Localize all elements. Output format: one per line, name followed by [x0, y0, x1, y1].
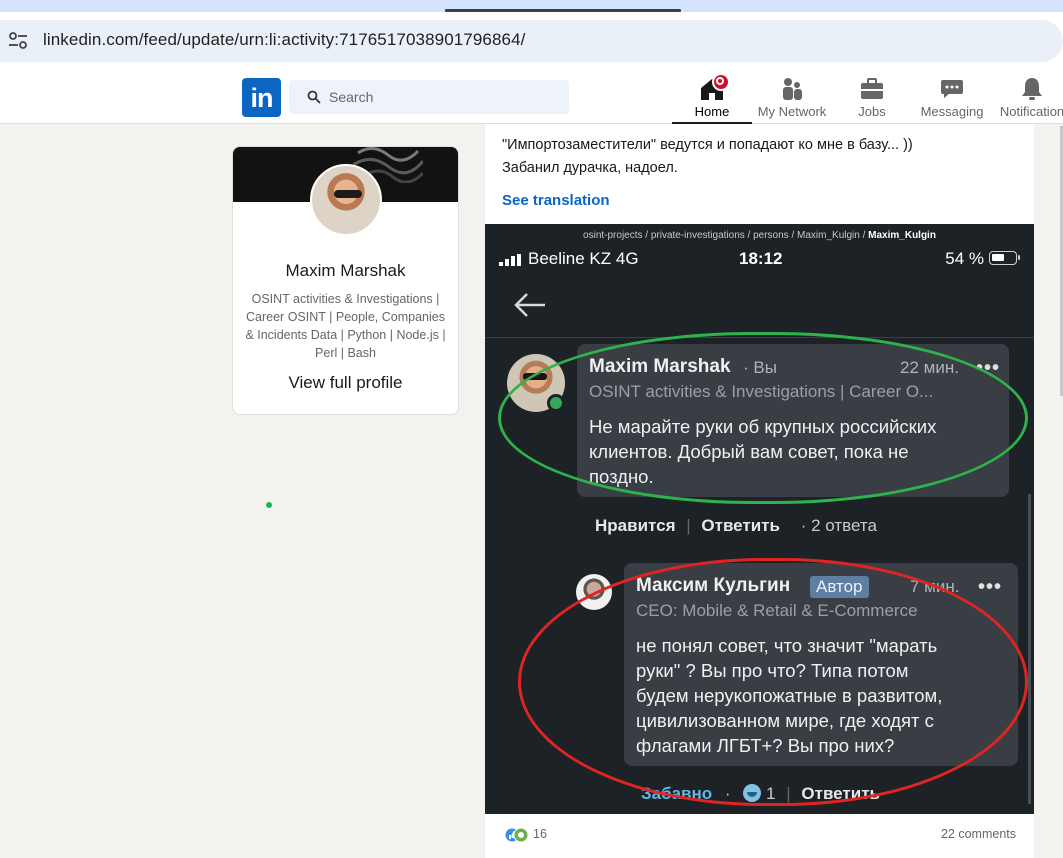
social-counts-bar: 16 22 comments	[485, 814, 1034, 858]
signal-icon	[499, 254, 521, 266]
briefcase-icon	[861, 78, 883, 99]
image-scroll-indicator	[1028, 494, 1031, 804]
notification-badge	[712, 73, 730, 91]
nav-messaging[interactable]: Messaging	[912, 70, 992, 124]
replies-count: · 2 ответа	[800, 516, 877, 535]
site-settings-icon[interactable]	[8, 32, 28, 50]
comment-actions: Нравится | Ответить · 2 ответа	[595, 516, 877, 535]
reply-action: Ответить	[701, 516, 780, 535]
post-image-screenshot[interactable]: osint-projects / private-investigations …	[485, 224, 1034, 814]
phone-time: 18:12	[739, 249, 783, 268]
feed-post: "Импортозаместители" ведутся и попадают …	[485, 124, 1034, 858]
nav-my-network-label: My Network	[757, 104, 827, 119]
image-path-breadcrumb: osint-projects / private-investigations …	[583, 230, 936, 241]
linkedin-logo[interactable]: in	[242, 78, 281, 117]
nav-jobs-label: Jobs	[858, 104, 886, 119]
profile-card: Maxim Marshak OSINT activities & Investi…	[232, 146, 459, 415]
comments-count-link[interactable]: 22 comments	[941, 827, 1016, 841]
linkedin-header: in Home My Network Jobs	[0, 70, 1063, 124]
nav-notifications[interactable]: Notification	[992, 70, 1063, 124]
people-icon	[783, 78, 802, 100]
phone-status-bar: Beeline KZ 4G 18:12 54 %	[499, 249, 1022, 271]
view-full-profile-link[interactable]: View full profile	[233, 373, 458, 393]
bell-icon	[1022, 78, 1042, 100]
nav-messaging-label: Messaging	[920, 104, 984, 119]
back-arrow-icon	[514, 293, 545, 317]
green-highlight-ring	[498, 332, 1028, 504]
battery-percent: 54 %	[945, 249, 984, 268]
search-input[interactable]	[329, 80, 559, 114]
nav-notifications-label: Notification	[999, 104, 1063, 119]
address-bar[interactable]: linkedin.com/feed/update/urn:li:activity…	[0, 20, 1063, 62]
profile-headline: OSINT activities & Investigations | Care…	[245, 292, 446, 360]
carrier-text: Beeline KZ 4G	[528, 249, 639, 268]
nav-jobs[interactable]: Jobs	[832, 70, 912, 124]
url-text[interactable]: linkedin.com/feed/update/urn:li:activity…	[43, 30, 525, 50]
post-text: "Импортозаместители" ведутся и попадают …	[502, 137, 913, 176]
search-icon	[307, 90, 321, 104]
like-action: Нравится	[595, 516, 676, 535]
search-box[interactable]	[289, 80, 569, 114]
browser-toolbar: linkedin.com/feed/update/urn:li:activity…	[0, 12, 1063, 70]
see-translation-link[interactable]: See translation	[502, 192, 610, 209]
profile-name[interactable]: Maxim Marshak	[233, 261, 458, 281]
cursor-dot	[266, 502, 272, 508]
nav-my-network[interactable]: My Network	[752, 70, 832, 124]
reactions-icon[interactable]	[504, 827, 529, 843]
more-options-icon: •••	[978, 576, 1003, 598]
profile-avatar[interactable]	[310, 164, 382, 236]
chat-bubble-icon	[941, 80, 963, 98]
reactions-count[interactable]: 16	[533, 827, 547, 841]
battery-icon	[989, 251, 1020, 265]
red-highlight-ring	[518, 558, 1028, 806]
nav-home-label: Home	[694, 104, 730, 119]
